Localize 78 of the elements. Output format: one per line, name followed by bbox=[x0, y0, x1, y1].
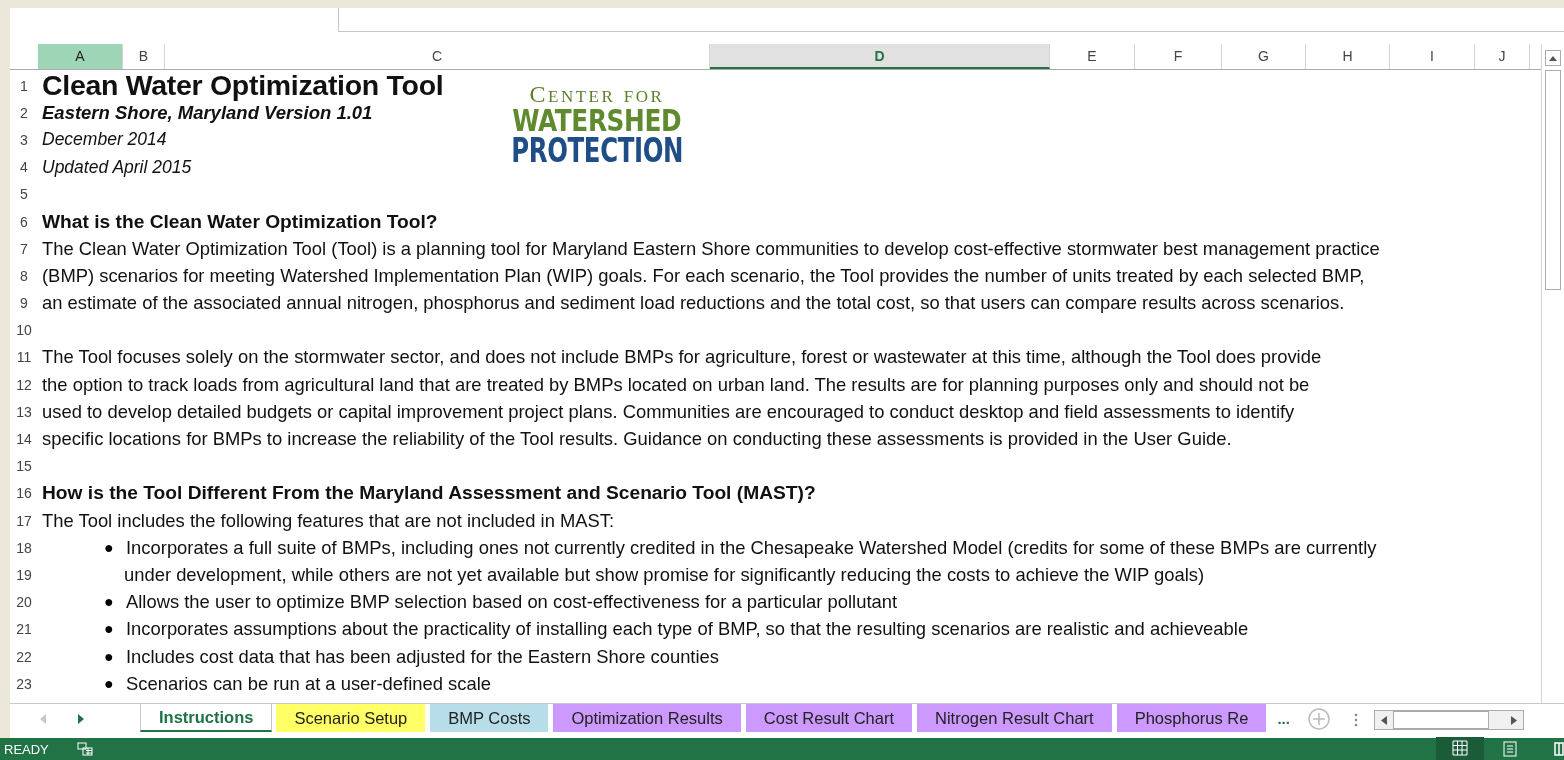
bullet: ● bbox=[104, 620, 115, 639]
row-number[interactable]: 4 bbox=[10, 159, 38, 176]
row-number[interactable]: 12 bbox=[10, 376, 38, 393]
row-number[interactable]: 22 bbox=[10, 648, 38, 665]
cell-text: Includes cost data that has been adjusted for the Eastern Shore counties bbox=[126, 645, 719, 668]
row-number[interactable]: 19 bbox=[10, 566, 38, 583]
sheet-tab[interactable]: Optimization Results bbox=[553, 704, 742, 732]
sheet-tab[interactable]: BMP Costs bbox=[430, 704, 550, 732]
column-header[interactable]: I bbox=[1390, 44, 1475, 69]
column-header[interactable]: A bbox=[38, 44, 123, 69]
row-number[interactable]: 10 bbox=[10, 322, 38, 339]
row-number[interactable]: 17 bbox=[10, 512, 38, 529]
bullet: ● bbox=[104, 647, 115, 666]
cell-text: The Clean Water Optimization Tool (Tool) is a planning tool for Maryland Eastern Shore communities to develop cost-effective stormwater best management practice bbox=[41, 237, 1380, 260]
page-break-icon[interactable] bbox=[1554, 741, 1564, 757]
column-header[interactable]: J bbox=[1475, 44, 1530, 69]
cell-text: How is the Tool Different From the Maryland Assessment and Scenario Tool (MAST)? bbox=[41, 482, 816, 505]
cell-text: specific locations for BMPs to increase the reliability of the Tool results. Guidance on conducting these assessments is provided in the User Guide. bbox=[41, 428, 1232, 451]
row-number[interactable]: 15 bbox=[10, 458, 38, 475]
cell-text: used to develop detailed budgets or capital improvement project plans. Communities are encouraged to conduct desktop and field assessments to identify bbox=[41, 400, 1295, 423]
scrollbar-thumb[interactable] bbox=[1545, 70, 1561, 290]
row-number[interactable]: 18 bbox=[10, 539, 38, 556]
row-number[interactable]: 3 bbox=[10, 131, 38, 148]
row-number[interactable]: 11 bbox=[10, 349, 38, 366]
column-header[interactable]: F bbox=[1135, 44, 1222, 69]
bullet: ● bbox=[104, 538, 115, 557]
splitter-icon[interactable] bbox=[1353, 713, 1358, 727]
cell-text: under development, while others are not yet available but show promise for significantly reducing the costs to achieve the WIP goals) bbox=[123, 563, 1205, 586]
scrollbar-thumb[interactable] bbox=[1392, 711, 1489, 729]
row-number[interactable]: 16 bbox=[10, 485, 38, 502]
more-tabs[interactable]: ... bbox=[1271, 704, 1304, 727]
row-number[interactable]: 7 bbox=[10, 240, 38, 257]
row-number[interactable]: 13 bbox=[10, 403, 38, 420]
page-layout-icon[interactable] bbox=[1502, 741, 1518, 757]
row-number[interactable]: 21 bbox=[10, 621, 38, 638]
row-number[interactable]: 20 bbox=[10, 594, 38, 611]
bullet: ● bbox=[104, 593, 115, 612]
column-header[interactable]: H bbox=[1306, 44, 1390, 69]
row-number[interactable]: 5 bbox=[10, 186, 38, 203]
cell-text: the option to track loads from agricultural land that are treated by BMPs located on urban land. The results are for planning purposes only and should not be bbox=[41, 373, 1310, 396]
cell-text: Updated April 2015 bbox=[41, 156, 192, 178]
column-header[interactable]: G bbox=[1222, 44, 1306, 69]
bullet: ● bbox=[104, 674, 115, 693]
sheet-tab[interactable]: Instructions bbox=[140, 704, 273, 732]
cell-text: December 2014 bbox=[41, 129, 167, 151]
next-sheet-icon[interactable] bbox=[78, 714, 84, 724]
row-number[interactable]: 23 bbox=[10, 675, 38, 692]
cell-text: Scenarios can be run at a user-defined scale bbox=[126, 672, 491, 695]
grid-icon[interactable] bbox=[1452, 739, 1468, 756]
column-header[interactable]: E bbox=[1050, 44, 1135, 69]
row-number[interactable]: 2 bbox=[10, 104, 38, 121]
row-number[interactable]: 8 bbox=[10, 267, 38, 284]
scroll-up-icon[interactable] bbox=[1549, 55, 1557, 61]
cell-text: Incorporates a full suite of BMPs, including ones not currently credited in the Chesapeake Watershed Model (credits for some of these BMPs are currently bbox=[126, 536, 1377, 559]
sheet-tab[interactable]: Cost Result Chart bbox=[745, 704, 913, 732]
row-number[interactable]: 6 bbox=[10, 213, 38, 230]
cell-text: The Tool focuses solely on the stormwater sector, and does not include BMPs for agriculture, forest or wastewater at this time, although the Tool does provide bbox=[41, 346, 1322, 369]
row-number[interactable]: 14 bbox=[10, 431, 38, 448]
column-header[interactable]: B bbox=[123, 44, 165, 69]
cell-text: Eastern Shore, Maryland Version 1.01 bbox=[41, 101, 373, 124]
cell-text: an estimate of the associated annual nitrogen, phosphorus and sediment load reductions and the total cost, so that users can compare results across scenarios. bbox=[41, 292, 1345, 315]
column-header[interactable]: D bbox=[710, 44, 1050, 69]
sheet-tab[interactable]: Scenario Setup bbox=[276, 704, 427, 732]
status-text: READY bbox=[4, 741, 49, 757]
cell-text: (BMP) scenarios for meeting Watershed Implementation Plan (WIP) goals. For each scenario, the Tool provides the number of units treated by each selected BMP, bbox=[41, 264, 1365, 287]
logo: Center for WATERSHED PROTECTION bbox=[512, 82, 682, 166]
cell-text: What is the Clean Water Optimization Tool? bbox=[41, 210, 438, 233]
sheet-tab[interactable]: Phosphorus Re bbox=[1116, 704, 1268, 732]
cell-text: Clean Water Optimization Tool bbox=[41, 69, 444, 103]
scroll-left-icon[interactable] bbox=[1380, 715, 1387, 725]
macro-record-icon[interactable] bbox=[76, 742, 93, 756]
row-number[interactable]: 1 bbox=[10, 77, 38, 94]
cell-text: Incorporates assumptions about the practicality of installing each type of BMP, so that the resulting scenarios are realistic and achieveable bbox=[126, 618, 1249, 641]
cell-text: Allows the user to optimize BMP selection based on cost-effectiveness for a particular pollutant bbox=[126, 591, 898, 614]
cell-text: The Tool includes the following features that are not included in MAST: bbox=[41, 509, 615, 532]
sheet-tab[interactable]: Nitrogen Result Chart bbox=[917, 704, 1113, 732]
scroll-right-icon[interactable] bbox=[1510, 715, 1517, 725]
row-number[interactable]: 9 bbox=[10, 295, 38, 312]
